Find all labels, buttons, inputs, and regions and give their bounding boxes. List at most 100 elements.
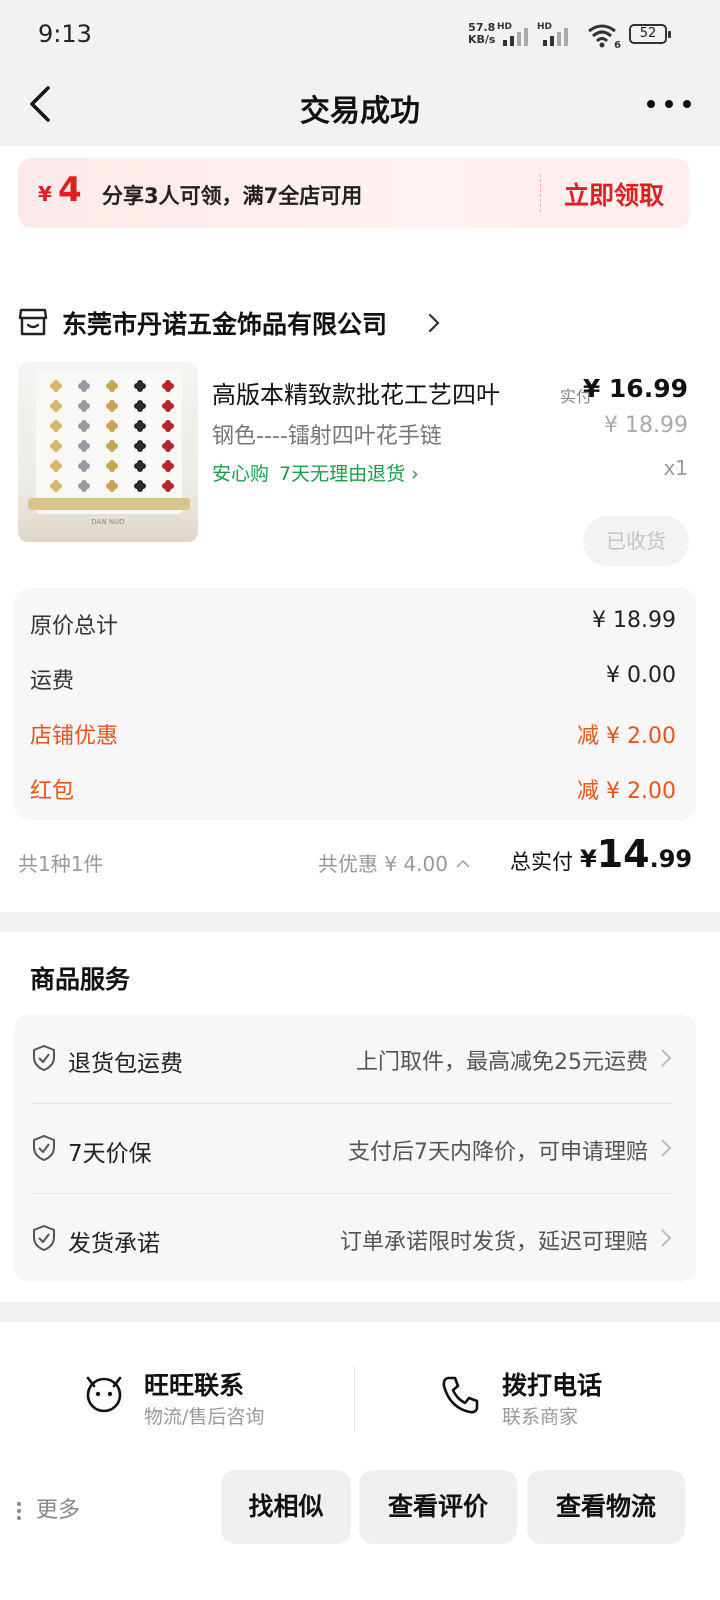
page-title: 交易成功: [300, 94, 420, 129]
coupon-description: 分享3人可领，满7全店可用: [102, 184, 363, 208]
price-breakdown: 原价总计 ¥ 18.99 运费 ¥ 0.00 店铺优惠 减 ¥ 2.00 红包 …: [14, 588, 696, 820]
clover-charm: [50, 480, 62, 492]
service-name: 发货承诺: [68, 1231, 160, 1257]
breakdown-row-original: 原价总计 ¥ 18.99: [30, 602, 676, 642]
breakdown-row-shipping: 运费 ¥ 0.00: [30, 657, 676, 697]
breakdown-value: ¥ 18.99: [592, 608, 676, 633]
breakdown-label: 运费: [30, 669, 75, 694]
clover-charm: [162, 480, 174, 492]
discount-total: 共优惠 ¥ 4.00: [318, 852, 448, 876]
more-label: 更多: [36, 1498, 81, 1523]
clover-charm: [50, 440, 62, 452]
clover-charm: [134, 380, 146, 392]
chevron-right-icon[interactable]: [426, 312, 442, 334]
breakdown-row-red-packet: 红包 减 ¥ 2.00: [30, 767, 676, 807]
wangwang-icon[interactable]: [82, 1370, 126, 1414]
wifi-icon: 6: [588, 24, 621, 48]
coupon-amount: 4: [58, 170, 82, 210]
store-name[interactable]: 东莞市丹诺五金饰品有限公司: [62, 305, 387, 341]
discount-toggle[interactable]: 共优惠 ¥ 4.00: [318, 848, 470, 877]
service-desc: 支付后7天内降价，可申请理赔: [348, 1140, 648, 1165]
guarantee-return: 7天无理由退货 ›: [279, 463, 419, 485]
clover-charm: [78, 400, 90, 412]
find-similar-button[interactable]: 找相似: [221, 1470, 351, 1544]
clover-charm: [78, 420, 90, 432]
network-speed-unit: KB/s: [468, 33, 496, 46]
breakdown-value: 减 ¥ 2.00: [577, 779, 676, 804]
service-name: 7天价保: [68, 1141, 152, 1167]
clover-charm: [106, 460, 118, 472]
total-paid-label: 总实付: [510, 850, 573, 874]
svg-text:6: 6: [614, 40, 621, 48]
status-time: 9:13: [38, 20, 92, 48]
received-status-button: 已收货: [583, 516, 689, 566]
chevron-up-icon[interactable]: [456, 857, 470, 871]
paid-price: ¥ 16.99: [582, 374, 688, 403]
clover-charm: [162, 380, 174, 392]
clover-charm: [134, 480, 146, 492]
nav-bar: 交易成功: [0, 68, 720, 146]
clover-charm: [134, 460, 146, 472]
clover-charm: [162, 420, 174, 432]
product-thumbnail[interactable]: DAN NUO: [18, 362, 198, 542]
contact-bar: 旺旺联系 物流/售后咨询 拨打电话 联系商家: [0, 1322, 720, 1462]
breakdown-row-store-discount: 店铺优惠 减 ¥ 2.00: [30, 712, 676, 752]
guarantee-badges[interactable]: 安心购 7天无理由退货 ›: [212, 459, 419, 486]
more-button[interactable]: 更多: [16, 1492, 80, 1524]
breakdown-label: 店铺优惠: [30, 724, 119, 749]
clover-charm: [106, 480, 118, 492]
coupon-divider: [540, 174, 541, 212]
service-item[interactable]: 发货承诺 订单承诺限时发货，延迟可理赔: [14, 1194, 696, 1282]
clover-charm: [134, 440, 146, 452]
store-icon: [18, 308, 48, 336]
coupon-banner[interactable]: ¥ 4 分享3人可领，满7全店可用 立即领取: [18, 158, 690, 228]
clover-charm: [106, 420, 118, 432]
clover-charm: [134, 400, 146, 412]
shield-check-icon: [33, 1224, 55, 1252]
breakdown-value: ¥ 0.00: [606, 663, 676, 688]
breakdown-label: 红包: [30, 779, 75, 804]
chevron-right-icon: [661, 1139, 672, 1157]
more-dots-icon[interactable]: [646, 94, 692, 114]
clover-charm: [106, 440, 118, 452]
call-phone-button[interactable]: 拨打电话: [502, 1366, 602, 1402]
shield-check-icon: [33, 1044, 55, 1072]
view-reviews-button[interactable]: 查看评价: [359, 1470, 517, 1544]
clover-charm: [50, 460, 62, 472]
clover-charm: [162, 440, 174, 452]
breakdown-label: 原价总计: [30, 614, 119, 639]
chevron-right-icon: [661, 1049, 672, 1067]
clover-charm: [78, 480, 90, 492]
service-desc: 上门取件，最高减免25元运费: [356, 1050, 648, 1075]
clover-charm: [50, 380, 62, 392]
view-logistics-button[interactable]: 查看物流: [527, 1470, 685, 1544]
claim-coupon-button[interactable]: 立即领取: [564, 176, 664, 212]
clover-charm: [162, 400, 174, 412]
product-variant: 钢色----镭射四叶花手链: [212, 424, 442, 449]
clover-charm: [78, 380, 90, 392]
wangwang-contact-button[interactable]: 旺旺联系: [144, 1366, 244, 1402]
clover-charm: [162, 460, 174, 472]
clover-charm: [106, 380, 118, 392]
battery-icon: 52: [629, 24, 671, 44]
signal-icon: HD: [497, 22, 531, 48]
shield-check-icon: [33, 1134, 55, 1162]
thumbnail-brand-text: DAN NUO: [91, 518, 125, 526]
service-item[interactable]: 7天价保 支付后7天内降价，可申请理赔: [14, 1104, 696, 1192]
product-title[interactable]: 高版本精致款批花工艺四叶: [212, 375, 542, 410]
signal-icon: HD: [537, 22, 571, 48]
breakdown-value: 减 ¥ 2.00: [577, 724, 676, 749]
clover-charm: [50, 420, 62, 432]
phone-icon[interactable]: [440, 1374, 480, 1416]
bottom-action-bar: 更多 找相似 查看评价 查看物流: [0, 1462, 720, 1600]
clover-charm: [134, 420, 146, 432]
call-phone-subtitle: 联系商家: [502, 1406, 579, 1428]
service-item[interactable]: 退货包运费 上门取件，最高减免25元运费: [14, 1014, 696, 1102]
clover-charm: [106, 400, 118, 412]
network-speed: 57.8 KB/s: [468, 22, 495, 46]
chevron-right-icon: [661, 1229, 672, 1247]
service-name: 退货包运费: [68, 1051, 183, 1077]
quantity: x1: [663, 456, 688, 480]
vertical-dots-icon: [17, 1502, 21, 1520]
services-title: 商品服务: [30, 965, 131, 994]
